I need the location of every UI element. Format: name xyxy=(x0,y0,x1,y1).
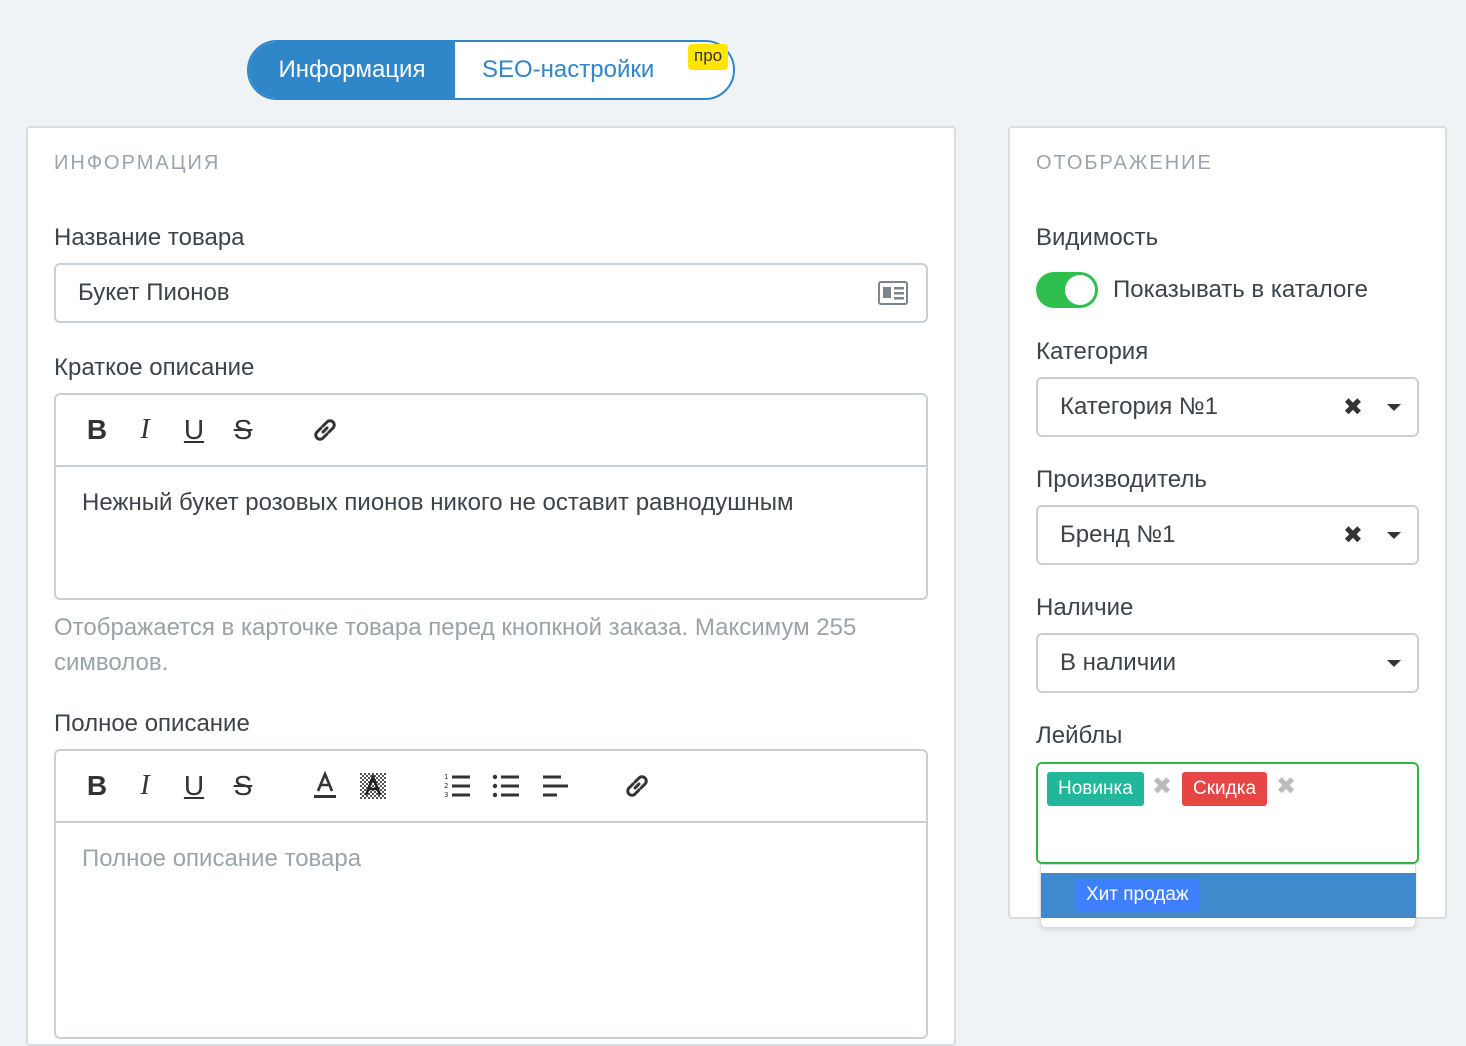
bullet-list-icon[interactable] xyxy=(489,769,523,803)
short-description-editor: B I U S Нежный букет розовых пионов нико… xyxy=(54,393,928,600)
link-icon[interactable] xyxy=(620,769,654,803)
svg-text:3: 3 xyxy=(444,791,448,799)
tab-information[interactable]: Информация xyxy=(249,42,455,98)
underline-button[interactable]: U xyxy=(177,769,211,803)
product-name-label: Название товара xyxy=(54,224,245,251)
labels-label: Лейблы xyxy=(1036,722,1123,749)
tab-seo-settings[interactable]: SEO-настройки про xyxy=(455,42,729,98)
align-left-icon[interactable] xyxy=(538,769,572,803)
chevron-down-icon[interactable] xyxy=(1387,403,1401,411)
underline-button[interactable]: U xyxy=(177,413,211,447)
availability-select[interactable]: В наличии xyxy=(1036,633,1419,693)
bold-button[interactable]: B xyxy=(80,413,114,447)
manufacturer-label: Производитель xyxy=(1036,466,1207,493)
visibility-label: Видимость xyxy=(1036,224,1159,251)
product-name-input[interactable]: Букет Пионов xyxy=(54,263,928,323)
card-title-information: ИНФОРМАЦИЯ xyxy=(54,152,221,174)
strikethrough-button[interactable]: S xyxy=(226,769,260,803)
labels-multiselect[interactable]: Новинка ✖ Скидка ✖ xyxy=(1036,762,1419,864)
option-bestseller: Хит продаж xyxy=(1075,879,1200,911)
chevron-down-icon[interactable] xyxy=(1387,659,1401,667)
pro-badge: про xyxy=(688,44,729,70)
contact-card-icon xyxy=(878,281,908,312)
remove-tag-icon[interactable]: ✖ xyxy=(1152,772,1172,801)
dropdown-option[interactable]: Хит продаж xyxy=(1041,873,1416,918)
clear-icon[interactable]: ✖ xyxy=(1343,393,1363,422)
availability-label: Наличие xyxy=(1036,594,1134,621)
italic-button[interactable]: I xyxy=(128,769,162,803)
chevron-down-icon[interactable] xyxy=(1387,531,1401,539)
availability-value: В наличии xyxy=(1060,649,1177,676)
clear-icon[interactable]: ✖ xyxy=(1343,521,1363,550)
category-label: Категория xyxy=(1036,338,1149,365)
manufacturer-select[interactable]: Бренд №1 ✖ xyxy=(1036,505,1419,565)
bold-button[interactable]: B xyxy=(80,769,114,803)
short-description-hint: Отображается в карточке товара перед кно… xyxy=(54,614,857,676)
tab-switcher: Информация SEO-настройки про xyxy=(247,40,735,100)
full-description-label: Полное описание xyxy=(54,710,250,737)
category-select[interactable]: Категория №1 ✖ xyxy=(1036,377,1419,437)
text-color-icon[interactable] xyxy=(308,769,342,803)
short-description-label: Краткое описание xyxy=(54,354,255,381)
svg-text:1: 1 xyxy=(444,773,448,781)
product-name-value: Букет Пионов xyxy=(78,279,230,306)
card-title-display: ОТОБРАЖЕНИЕ xyxy=(1036,152,1213,174)
toggle-knob xyxy=(1065,275,1095,305)
italic-button[interactable]: I xyxy=(128,413,162,447)
labels-dropdown: Хит продаж xyxy=(1040,864,1416,928)
visibility-toggle-label: Показывать в каталоге xyxy=(1113,276,1368,303)
full-description-editor: B I U S 123 Полное описание товара xyxy=(54,749,928,1039)
link-icon[interactable] xyxy=(308,413,342,447)
short-description-text[interactable]: Нежный букет розовых пионов никого не ос… xyxy=(56,467,926,539)
svg-text:2: 2 xyxy=(444,782,448,790)
visibility-toggle[interactable] xyxy=(1036,272,1098,308)
short-description-toolbar: B I U S xyxy=(56,395,926,467)
tag-new: Новинка xyxy=(1047,772,1144,806)
tag-discount: Скидка xyxy=(1182,772,1268,806)
ordered-list-icon[interactable]: 123 xyxy=(440,769,474,803)
tab-seo-label: SEO-настройки xyxy=(482,56,655,83)
full-description-text[interactable]: Полное описание товара xyxy=(56,823,926,895)
remove-tag-icon[interactable]: ✖ xyxy=(1276,772,1296,801)
background-color-icon[interactable] xyxy=(356,769,390,803)
full-description-toolbar: B I U S 123 xyxy=(56,751,926,823)
strikethrough-button[interactable]: S xyxy=(226,413,260,447)
